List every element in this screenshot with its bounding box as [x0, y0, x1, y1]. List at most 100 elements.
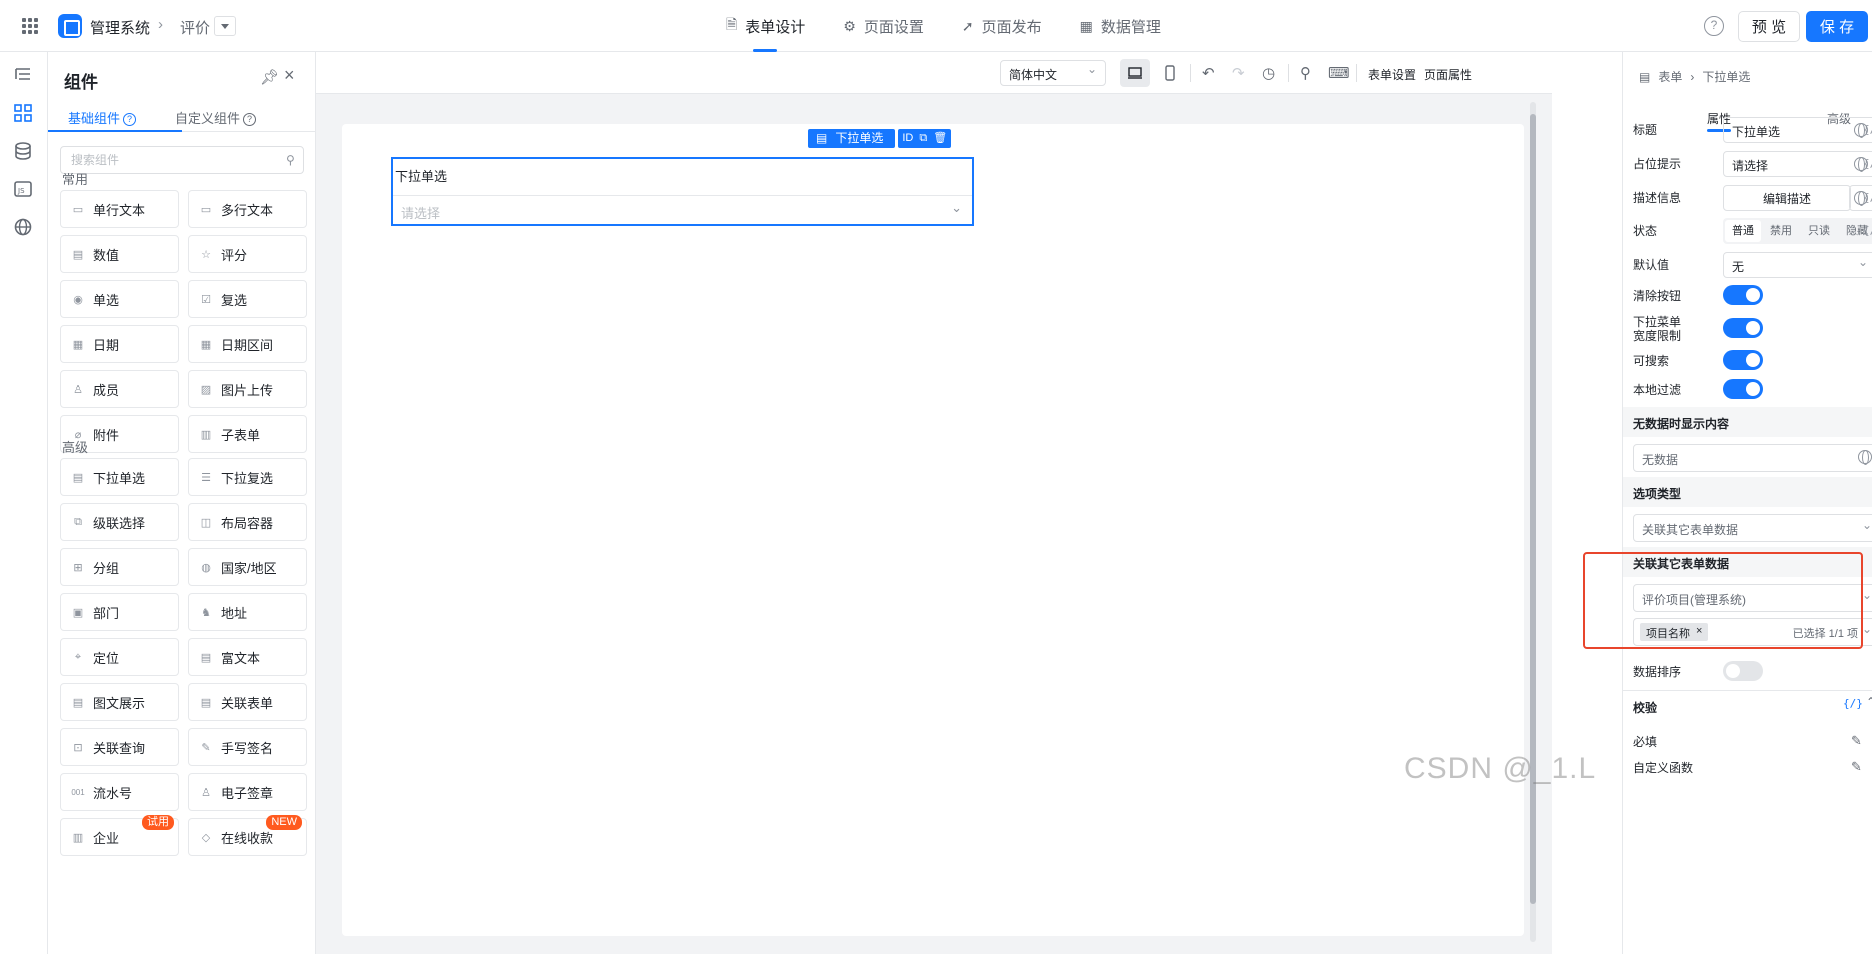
help-icon[interactable]: ?: [1704, 16, 1724, 36]
js-icon[interactable]: JS: [12, 178, 34, 200]
component-multi-text[interactable]: ▭ 多行文本: [188, 190, 307, 228]
component-group[interactable]: ⊞ 分组: [60, 548, 179, 586]
component-dropdown-single[interactable]: ▤ 下拉单选: [60, 458, 179, 496]
component-label: 子表单: [221, 427, 261, 443]
component-online-payment[interactable]: ◇ 在线收款 NEW: [188, 815, 307, 856]
component-location[interactable]: ⌖ 定位: [60, 638, 179, 676]
form-settings-button[interactable]: 表单设置: [1368, 66, 1416, 83]
history-icon[interactable]: ◷: [1262, 64, 1275, 82]
pen-icon: ✎: [201, 741, 211, 754]
title-input[interactable]: 下拉单选: [1723, 117, 1872, 143]
state-readonly[interactable]: 只读: [1801, 220, 1837, 242]
app-name[interactable]: 管理系统: [90, 17, 150, 38]
formula-icon[interactable]: {/}: [1863, 123, 1872, 136]
default-value-select[interactable]: 无 ⌄: [1723, 252, 1872, 278]
close-icon[interactable]: ×: [1696, 625, 1702, 639]
component-rating[interactable]: ☆ 评分: [188, 235, 307, 273]
page-name[interactable]: 评价: [180, 17, 210, 38]
undo-icon[interactable]: ↶: [1202, 64, 1215, 82]
clear-button-toggle[interactable]: [1723, 285, 1763, 305]
related-form-select[interactable]: 评价项目(管理系统) ⌄: [1633, 584, 1872, 612]
component-signature[interactable]: ✎ 手写签名: [188, 728, 307, 766]
sort-toggle[interactable]: [1723, 661, 1763, 681]
formula-icon[interactable]: {/}: [1863, 157, 1872, 170]
page-props-button[interactable]: 页面属性: [1424, 66, 1472, 83]
no-data-input[interactable]: 无数据: [1633, 444, 1872, 472]
selected-dropdown-field[interactable]: 下拉单选 请选择 ⌄: [391, 157, 974, 226]
related-field-select[interactable]: 项目名称 × 已选择 1/1 项 ⌄: [1633, 618, 1872, 646]
mobile-icon[interactable]: [1163, 64, 1177, 82]
placeholder-input[interactable]: 请选择: [1723, 151, 1872, 177]
component-rich-text[interactable]: ▤ 富文本: [188, 638, 307, 676]
tab-page-settings[interactable]: ⚙ 页面设置: [843, 0, 924, 52]
search-input[interactable]: [60, 146, 304, 174]
trash-icon[interactable]: 🗑︎: [933, 129, 947, 148]
component-single-text[interactable]: ▭ 单行文本: [60, 190, 179, 228]
option-type-select[interactable]: 关联其它表单数据 ⌄: [1633, 514, 1872, 542]
save-button[interactable]: 保 存: [1806, 11, 1868, 42]
chevron-up-icon[interactable]: ⌃: [1866, 695, 1872, 709]
local-filter-toggle[interactable]: [1723, 379, 1763, 399]
component-subform[interactable]: ▥ 子表单: [188, 415, 307, 453]
component-radio[interactable]: ◉ 单选: [60, 280, 179, 318]
field-type-tag[interactable]: ▤ 下拉单选: [808, 129, 896, 148]
tab-form-design[interactable]: 🗎 表单设计: [726, 0, 805, 52]
toolbar-divider: [1356, 64, 1357, 82]
component-dropdown-multi[interactable]: ☰ 下拉复选: [188, 458, 307, 496]
component-related-query[interactable]: ⊡ 关联查询: [60, 728, 179, 766]
language-select[interactable]: 简体中文: [1000, 60, 1106, 86]
tab-data-manage[interactable]: ▦ 数据管理: [1080, 0, 1161, 52]
component-address[interactable]: ♞ 地址: [188, 593, 307, 631]
search-icon[interactable]: ⚲: [1300, 64, 1311, 82]
component-department[interactable]: ▣ 部门: [60, 593, 179, 631]
edit-icon[interactable]: ✎: [1851, 759, 1862, 775]
tab-custom-components[interactable]: 自定义组件?: [175, 108, 257, 127]
component-checkbox[interactable]: ☑ 复选: [188, 280, 307, 318]
page-dropdown-button[interactable]: [214, 16, 236, 36]
star-icon: ☆: [201, 248, 211, 261]
component-image-upload[interactable]: ▨ 图片上传: [188, 370, 307, 408]
component-member[interactable]: ♙ 成员: [60, 370, 179, 408]
edit-icon[interactable]: ✎: [1851, 733, 1862, 749]
component-number[interactable]: ▤ 数值: [60, 235, 179, 273]
department-icon: ▣: [72, 606, 84, 619]
edit-description-button[interactable]: 编辑描述: [1723, 185, 1851, 211]
close-icon[interactable]: ×: [284, 65, 295, 86]
breadcrumb-root[interactable]: 表单: [1658, 68, 1682, 85]
globe-icon[interactable]: [1858, 450, 1872, 465]
tab-page-publish[interactable]: ➚ 页面发布: [962, 0, 1042, 52]
keyboard-icon[interactable]: ⌨: [1328, 64, 1350, 82]
component-date[interactable]: ▦ 日期: [60, 325, 179, 363]
globe-icon[interactable]: [12, 216, 34, 238]
formula-icon[interactable]: {/}: [1863, 224, 1872, 237]
desktop-icon[interactable]: [1127, 65, 1143, 81]
component-date-range[interactable]: ▦ 日期区间: [188, 325, 307, 363]
formula-icon[interactable]: {/}: [1843, 697, 1863, 710]
app-grid-icon[interactable]: [22, 18, 38, 34]
component-layout[interactable]: ◫ 布局容器: [188, 503, 307, 541]
state-disabled[interactable]: 禁用: [1763, 220, 1799, 242]
component-country[interactable]: ◍ 国家/地区: [188, 548, 307, 586]
field-id-button[interactable]: ID: [902, 129, 913, 148]
tab-basic-components[interactable]: 基础组件?: [68, 108, 137, 127]
components-icon[interactable]: [12, 102, 34, 124]
width-limit-toggle[interactable]: [1723, 318, 1763, 338]
redo-icon[interactable]: ↷: [1232, 64, 1245, 82]
copy-icon[interactable]: ⧉: [919, 129, 927, 148]
outline-icon[interactable]: [12, 64, 34, 86]
state-normal[interactable]: 普通: [1725, 220, 1761, 242]
component-image-text[interactable]: ▤ 图文展示: [60, 683, 179, 721]
field-select-input[interactable]: 请选择 ⌄: [393, 195, 972, 224]
pin-icon[interactable]: 📌︎: [260, 68, 279, 86]
formula-icon[interactable]: {/}: [1863, 191, 1872, 204]
component-serial-number[interactable]: 001 流水号: [60, 773, 179, 811]
new-badge: NEW: [266, 815, 302, 830]
component-e-seal[interactable]: ♙ 电子签章: [188, 773, 307, 811]
preview-button[interactable]: 预 览: [1738, 11, 1800, 42]
selected-field-toolbar: ▤ 下拉单选 ID ⧉ 🗑︎: [808, 129, 952, 148]
component-cascade[interactable]: ⧉ 级联选择: [60, 503, 179, 541]
component-related-form[interactable]: ▤ 关联表单: [188, 683, 307, 721]
database-icon[interactable]: [12, 140, 34, 162]
searchable-toggle[interactable]: [1723, 350, 1763, 370]
component-enterprise[interactable]: ▥ 企业 试用: [60, 815, 179, 856]
